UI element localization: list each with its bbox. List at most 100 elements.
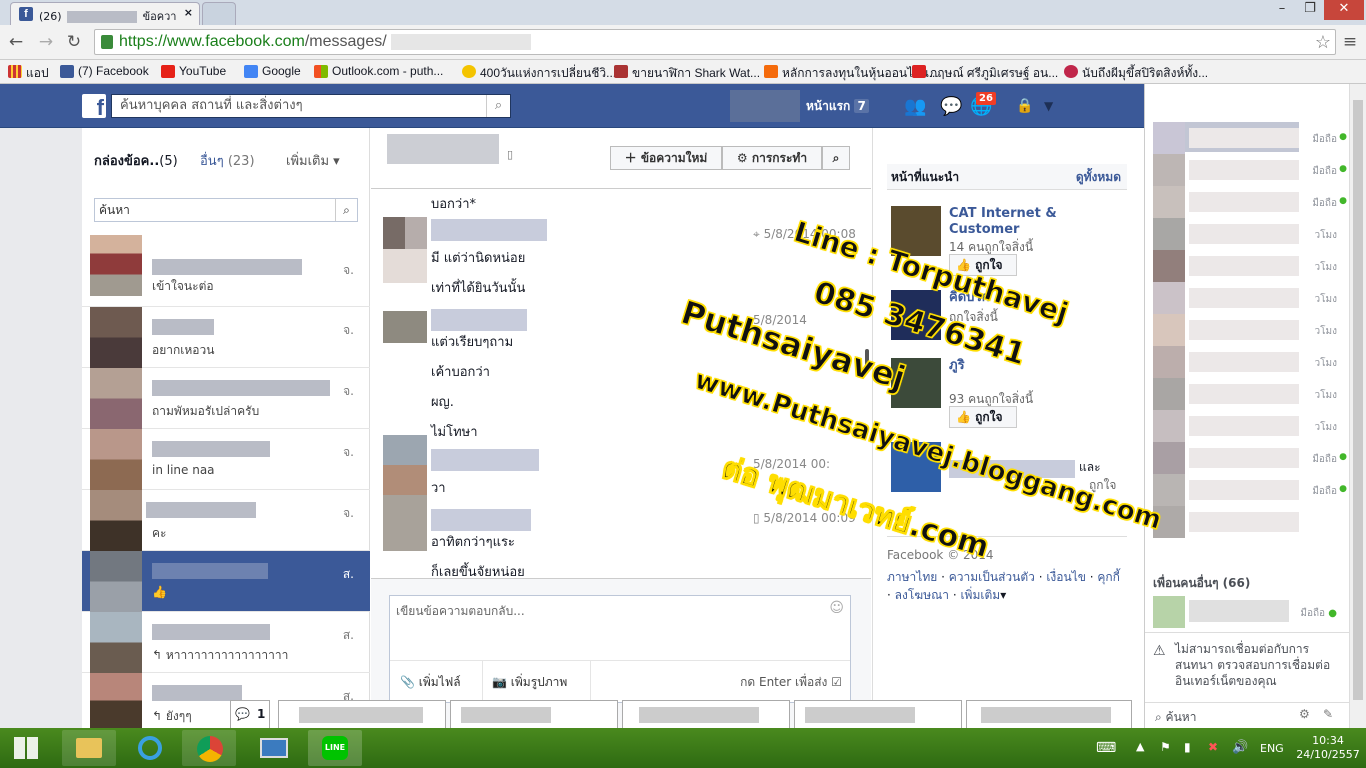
bookmark-star-icon[interactable]: ☆ [1315,30,1331,54]
chat-friend-row[interactable]: วโมง [1153,250,1343,282]
press-enter-toggle[interactable]: กด Enter เพื่อส่ง ☑ [740,673,842,692]
tab-other[interactable]: อื่นๆ (23) [200,150,255,171]
thread-search-icon[interactable]: ⌕ [822,146,850,170]
tab-inbox[interactable]: กล่องข้อค..(5) [94,150,178,171]
language-indicator[interactable]: ENG [1260,742,1284,755]
chat-friend-row[interactable]: วโมง [1153,346,1343,378]
suggested-page[interactable]: และ ถูกใจ [891,442,1131,512]
scrollbar-thumb[interactable] [1353,100,1363,700]
bookmark-google[interactable]: Google [244,64,301,78]
chat-settings-icon[interactable]: ⚙ [1299,707,1310,721]
search-icon[interactable]: ⌕ [335,199,357,221]
chat-search-bar[interactable]: ⌕ ค้นหา ⚙ ✎ [1145,702,1350,728]
page-name[interactable]: คิดบวก [949,290,1079,306]
add-files-button[interactable]: 📎 เพิ่มไฟล์ [400,673,461,692]
bookmark-spirit[interactable]: นับถึงผีมุขึ้สปิริตสิงห์ทั้ง... [1064,64,1208,83]
tab-more[interactable]: เพิ่มเติม ▾ [286,150,340,171]
list-item[interactable]: in line naa จ. [82,429,370,490]
list-item[interactable]: ↰ หาาาาาาาาาาาาาาาาา ส. [82,612,370,673]
chat-tab[interactable] [966,700,1132,728]
thread-scrollbar[interactable] [865,349,869,369]
like-button[interactable]: 👍 ถูกใจ [949,406,1017,428]
show-hidden-icons[interactable]: ▲ [1136,740,1144,753]
minimize-icon[interactable]: – [1268,0,1296,20]
bookmark-shark-watch[interactable]: ขายนาฬิกา Shark Wat... [614,64,760,83]
list-item-selected[interactable]: 👍 ส. [82,551,370,612]
photos-icon[interactable] [246,730,300,766]
internet-explorer-icon[interactable] [122,730,176,766]
chat-friend-row[interactable]: วโมง [1153,282,1343,314]
chat-tab[interactable] [794,700,962,728]
page-scrollbar[interactable] [1349,84,1366,728]
footer-link[interactable]: ภาษาไทย [887,570,937,584]
privacy-icon[interactable]: 🔒 [1016,98,1033,114]
home-link[interactable]: หน้าแรก 7 [806,97,869,116]
footer-link[interactable]: คุกกี้ [1097,570,1120,584]
forward-icon[interactable]: → [36,33,56,53]
keyboard-icon[interactable]: ⌨ [1096,740,1116,756]
list-item[interactable]: เข้าใจนะต่อ จ. [82,235,370,307]
facebook-search-input[interactable]: ค้นหาบุคคล สถานที่ และสิ่งต่างๆ ⌕ [111,94,511,118]
chat-friend-row[interactable]: มือถือ ● [1153,154,1347,186]
page-name[interactable]: และ [1079,458,1101,477]
file-explorer-icon[interactable] [62,730,116,766]
back-icon[interactable]: ← [6,33,26,53]
list-item[interactable]: ถามพัหมอรัเปล่าครับ จ. [82,368,370,429]
footer-link[interactable]: ลงโฆษณา [895,588,949,602]
chrome-icon[interactable] [182,730,236,766]
account-dropdown-icon[interactable]: ▼ [1044,99,1053,113]
windows-start-icon[interactable] [14,737,38,759]
list-item[interactable]: อยากเหอวน จ. [82,307,370,368]
friend-requests-icon[interactable]: 👥 [904,96,926,117]
bookmark-outlook[interactable]: Outlook.com - puth... [314,64,443,78]
bookmark-400days[interactable]: 400วันแห่งการเปลี่ยนชีวิ... [462,64,616,83]
chat-tab[interactable] [622,700,790,728]
chat-tab-messages[interactable]: 💬 1 [230,700,270,728]
chat-friend-row[interactable]: วโมง [1153,314,1343,346]
compose-icon[interactable]: ✎ [1323,707,1333,721]
chat-friend-row[interactable]: มือถือ ● [1153,186,1347,218]
chat-friend-row[interactable]: มือถือ ● [1153,596,1343,628]
maximize-icon[interactable]: ❐ [1296,0,1324,20]
page-name[interactable]: ภูริ [949,358,1079,374]
bookmark-apps[interactable]: แอป [8,64,49,83]
profile-avatar[interactable] [730,90,800,122]
emoji-icon[interactable]: ☺ [829,600,844,616]
actions-button[interactable]: ⚙ การกระทำ [722,146,822,170]
suggested-page[interactable]: ภูริ 93 คนถูกใจสิ่งนี้ 👍 ถูกใจ [891,358,1131,428]
inbox-search-input[interactable]: ค้นหา ⌕ [94,198,358,222]
tab-close-icon[interactable]: × [184,6,193,19]
menu-icon[interactable]: ≡ [1340,33,1360,53]
power-icon[interactable]: ▮ [1184,740,1191,754]
chat-tab[interactable] [278,700,446,728]
messages-icon[interactable]: 💬 [940,96,962,117]
bookmark-kris[interactable]: กฤษณ์ ศรีภูมิเศรษฐ์ อน... [912,64,1058,83]
add-photos-button[interactable]: 📷 เพิ่มรูปภาพ [492,673,567,692]
footer-link[interactable]: ความเป็นส่วนตัว [949,570,1035,584]
footer-link[interactable]: เงื่อนไข [1046,570,1086,584]
chat-friend-row[interactable]: มือถือ ● [1153,474,1347,506]
suggested-page[interactable]: CAT Internet & Customer 14 คนถูกใจสิ่งนี… [891,206,1131,276]
list-item[interactable]: คะ จ. [82,490,370,551]
suggested-page[interactable]: คิดบวก ถูกใจสิ่งนี้ [891,290,1131,360]
chat-friend-row[interactable]: วโมง [1153,218,1343,250]
line-app-icon[interactable]: LINE [308,730,362,766]
browser-tab-active[interactable]: f (26) ข้อควา × [10,2,200,25]
page-name[interactable]: CAT Internet & Customer [949,206,1079,238]
bookmark-facebook[interactable]: (7) Facebook [60,64,149,78]
see-all-link[interactable]: ดูทั้งหมด [1076,164,1121,190]
chat-friend-row[interactable]: มือถือ ● [1153,122,1347,154]
close-window-icon[interactable]: ✕ [1324,0,1364,20]
chat-friend-row[interactable]: วโมง [1153,378,1343,410]
chat-friend-row[interactable]: มือถือ ● [1153,442,1347,474]
chat-tab[interactable] [450,700,618,728]
new-tab-button[interactable] [202,2,236,25]
volume-icon[interactable]: 🔊 [1232,740,1248,755]
reload-icon[interactable]: ↻ [64,33,84,53]
search-icon[interactable]: ⌕ [486,95,510,117]
reply-input[interactable]: เขียนข้อความตอบกลับ... ☺ 📎 เพิ่มไฟล์ 📷 เ… [389,595,851,703]
chat-friend-row[interactable]: วโมง [1153,410,1343,442]
facebook-logo-icon[interactable]: f [82,94,106,120]
like-button[interactable]: 👍 ถูกใจ [949,254,1017,276]
network-error-icon[interactable]: ✖ [1208,740,1218,754]
